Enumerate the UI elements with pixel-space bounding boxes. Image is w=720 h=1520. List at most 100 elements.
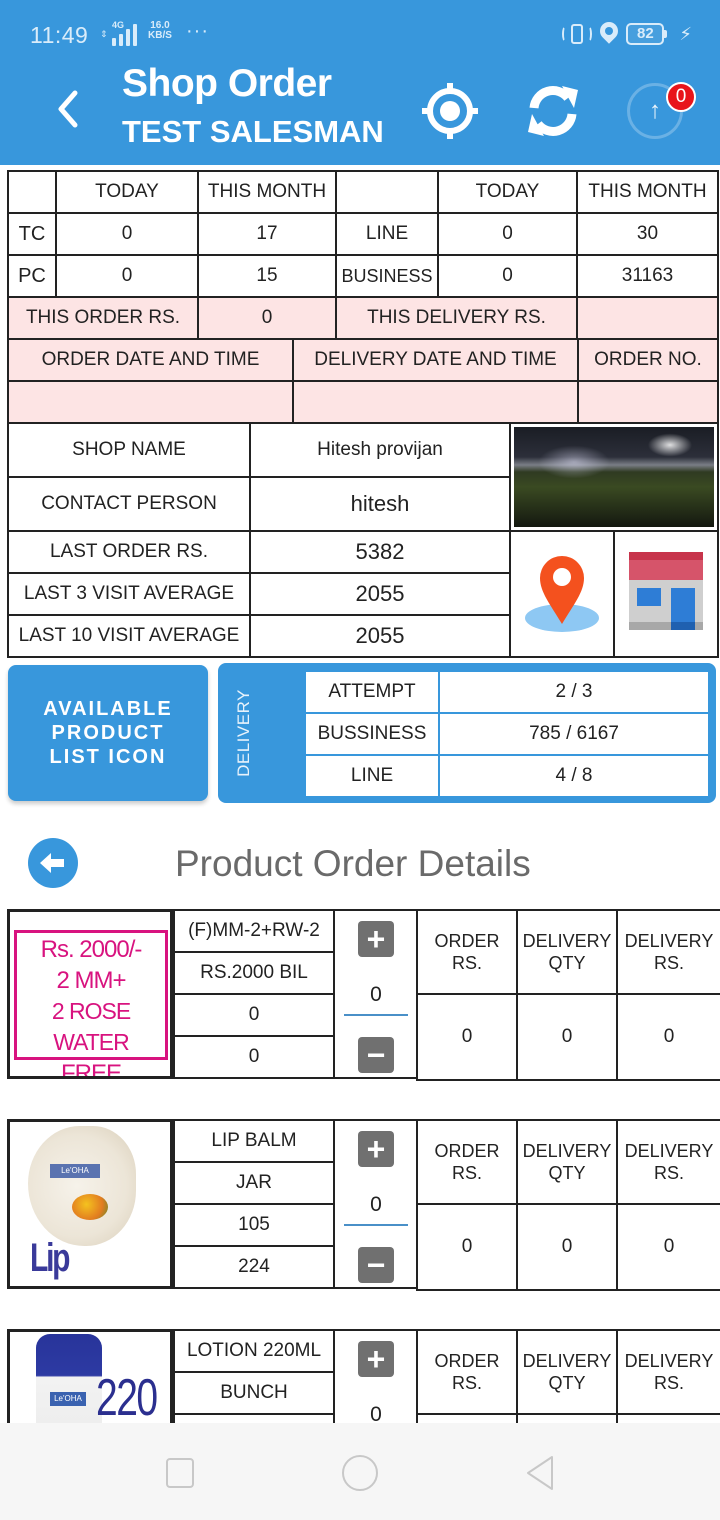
increase-qty-button[interactable]: + [358,1131,394,1167]
location-status-icon [596,18,623,46]
offer-line: 2 MM+ [56,967,126,994]
last-3-visit-value: 2055 [249,572,511,616]
section-title: Product Order Details [175,843,531,884]
product-details-back-button[interactable] [28,838,78,888]
last-10-visit-value: 2055 [249,614,511,658]
charging-icon: ⚡ [679,23,692,44]
pc-month: 15 [197,254,337,298]
product-unit: RS.2000 BIL [173,951,335,995]
triangle-back-icon [527,1456,553,1490]
product-card: Rs. 2000/- 2 MM+ 2 ROSE WATER FREE (F)MM… [7,909,720,1081]
data-arrows-icon: ⇕ [100,28,108,39]
shop-row: LAST ORDER RS. 5382 [7,530,719,658]
business-today: 0 [437,254,578,298]
this-order-value: 0 [197,296,337,340]
order-rs-header: ORDER RS. [416,1329,518,1415]
recents-button[interactable] [160,1453,200,1493]
shop-store-button[interactable] [613,530,719,658]
delivery-row: LINE 4 / 8 [304,754,710,798]
stats-header-row: TODAY THIS MONTH TODAY THIS MONTH [7,170,719,214]
row-label: PC [7,254,57,298]
decrease-qty-button[interactable]: − [358,1247,394,1283]
tc-month: 17 [197,212,337,256]
totals-row: THIS ORDER RS. 0 THIS DELIVERY RS. [7,296,719,340]
delivery-qty-header: DELIVERY QTY [516,909,618,995]
chevron-left-icon [58,90,78,128]
qty-input-underline [344,1224,408,1226]
line-month: 30 [576,212,719,256]
order-rs-value: 0 [416,1203,518,1291]
signal-bar [132,24,137,46]
order-no-value [577,380,719,424]
shop-photo-image [514,427,714,527]
last-3-visit-label: LAST 3 VISIT AVERAGE [7,572,251,616]
order-date-value [7,380,294,424]
shop-photo[interactable] [509,422,719,532]
product-sums-table: ORDER RS. DELIVERY QTY DELIVERY RS. 0 0 … [416,1119,720,1291]
increase-qty-button[interactable]: + [358,1341,394,1377]
order-rs-value: 0 [416,993,518,1081]
delivery-side-label: DELIVERY [234,689,253,777]
business-label: BUSSINESS [304,712,440,756]
shop-name-label: SHOP NAME [7,422,251,478]
quantity-stepper: + 0 − [335,909,417,1079]
this-order-label: THIS ORDER RS. [7,296,199,340]
stats-row-tc: TC 0 17 LINE 0 30 [7,212,719,256]
col-today-2: TODAY [437,170,578,214]
product-image: Rs. 2000/- 2 MM+ 2 ROSE WATER FREE [7,909,173,1079]
product-unit: JAR [173,1161,335,1205]
qty-input-underline [344,1014,408,1016]
lip-balm-jar-image [28,1126,136,1246]
delivery-rs-value: 0 [616,993,720,1081]
signal-icon: ⇕ 4G [100,20,137,46]
gps-button[interactable] [419,80,481,142]
product-field-4: 0 [173,1035,335,1079]
salesman-name: TEST SALESMAN [122,114,384,149]
speed-unit: KB/S [148,30,172,41]
decrease-qty-button[interactable]: − [358,1037,394,1073]
dates-table: ORDER DATE AND TIME DELIVERY DATE AND TI… [7,338,719,424]
tc-today: 0 [55,212,199,256]
increase-qty-button[interactable]: + [358,921,394,957]
last-order-value: 5382 [249,530,511,574]
offer-line: Rs. 2000/- [40,936,143,963]
business-value: 785 / 6167 [438,712,710,756]
product-name: LOTION 220ML [173,1329,335,1373]
product-field-3: 105 [173,1203,335,1247]
battery-icon: 82 [626,23,668,45]
delivery-qty-value: 0 [516,993,618,1081]
signal-bar [111,38,116,46]
order-rs-header: ORDER RS. [416,909,518,995]
home-button[interactable] [340,1453,380,1493]
upload-count-badge: 0 [666,82,696,112]
more-notifications-icon: ··· [186,20,209,42]
back-button[interactable] [48,86,88,132]
recents-icon [166,1458,194,1488]
dates-value-row [7,380,719,424]
image-caption: Lip Balm [30,1236,97,1286]
shop-row: SHOP NAME Hitesh provijan [7,422,719,532]
product-field-3: 0 [173,993,335,1037]
map-location-button[interactable] [509,530,615,658]
delivery-rs-header: DELIVERY RS. [616,1119,720,1205]
product-image: Le'OHA Lip Balm [7,1119,173,1289]
page-title: Shop Order [122,62,332,105]
stats-table: TODAY THIS MONTH TODAY THIS MONTH TC 0 1… [7,170,719,340]
line-value: 4 / 8 [438,754,710,798]
stats-corner [7,170,57,214]
attempt-value: 2 / 3 [438,670,710,714]
quantity-stepper: + 0 − [335,1119,417,1289]
product-name: (F)MM-2+RW-2 [173,909,335,953]
system-back-button[interactable] [520,1453,560,1493]
status-bar: 11:49 ⇕ 4G 16.0 KB/S ··· 82 ⚡ [0,0,720,70]
available-product-list-button[interactable]: AVAILABLE PRODUCT LIST ICON [8,665,208,801]
offer-image: Rs. 2000/- 2 MM+ 2 ROSE WATER FREE [14,930,168,1076]
qty-input[interactable]: 0 [344,1193,408,1217]
qty-input[interactable]: 0 [344,983,408,1007]
contact-person-label: CONTACT PERSON [7,476,251,532]
product-unit: BUNCH [173,1371,335,1415]
delivery-qty-header: DELIVERY QTY [516,1119,618,1205]
vibrate-icon [562,22,593,46]
signal-bar [125,29,130,46]
sync-button[interactable] [522,80,584,142]
